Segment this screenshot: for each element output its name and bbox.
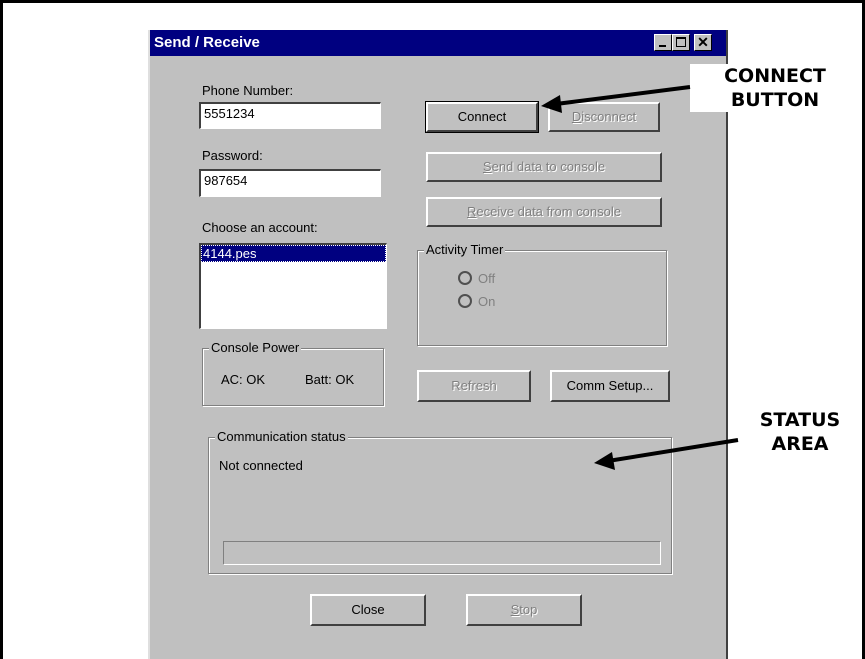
callout-arrows — [541, 85, 739, 470]
status-arrow-icon — [594, 438, 739, 470]
connect-arrow-icon — [541, 85, 691, 113]
